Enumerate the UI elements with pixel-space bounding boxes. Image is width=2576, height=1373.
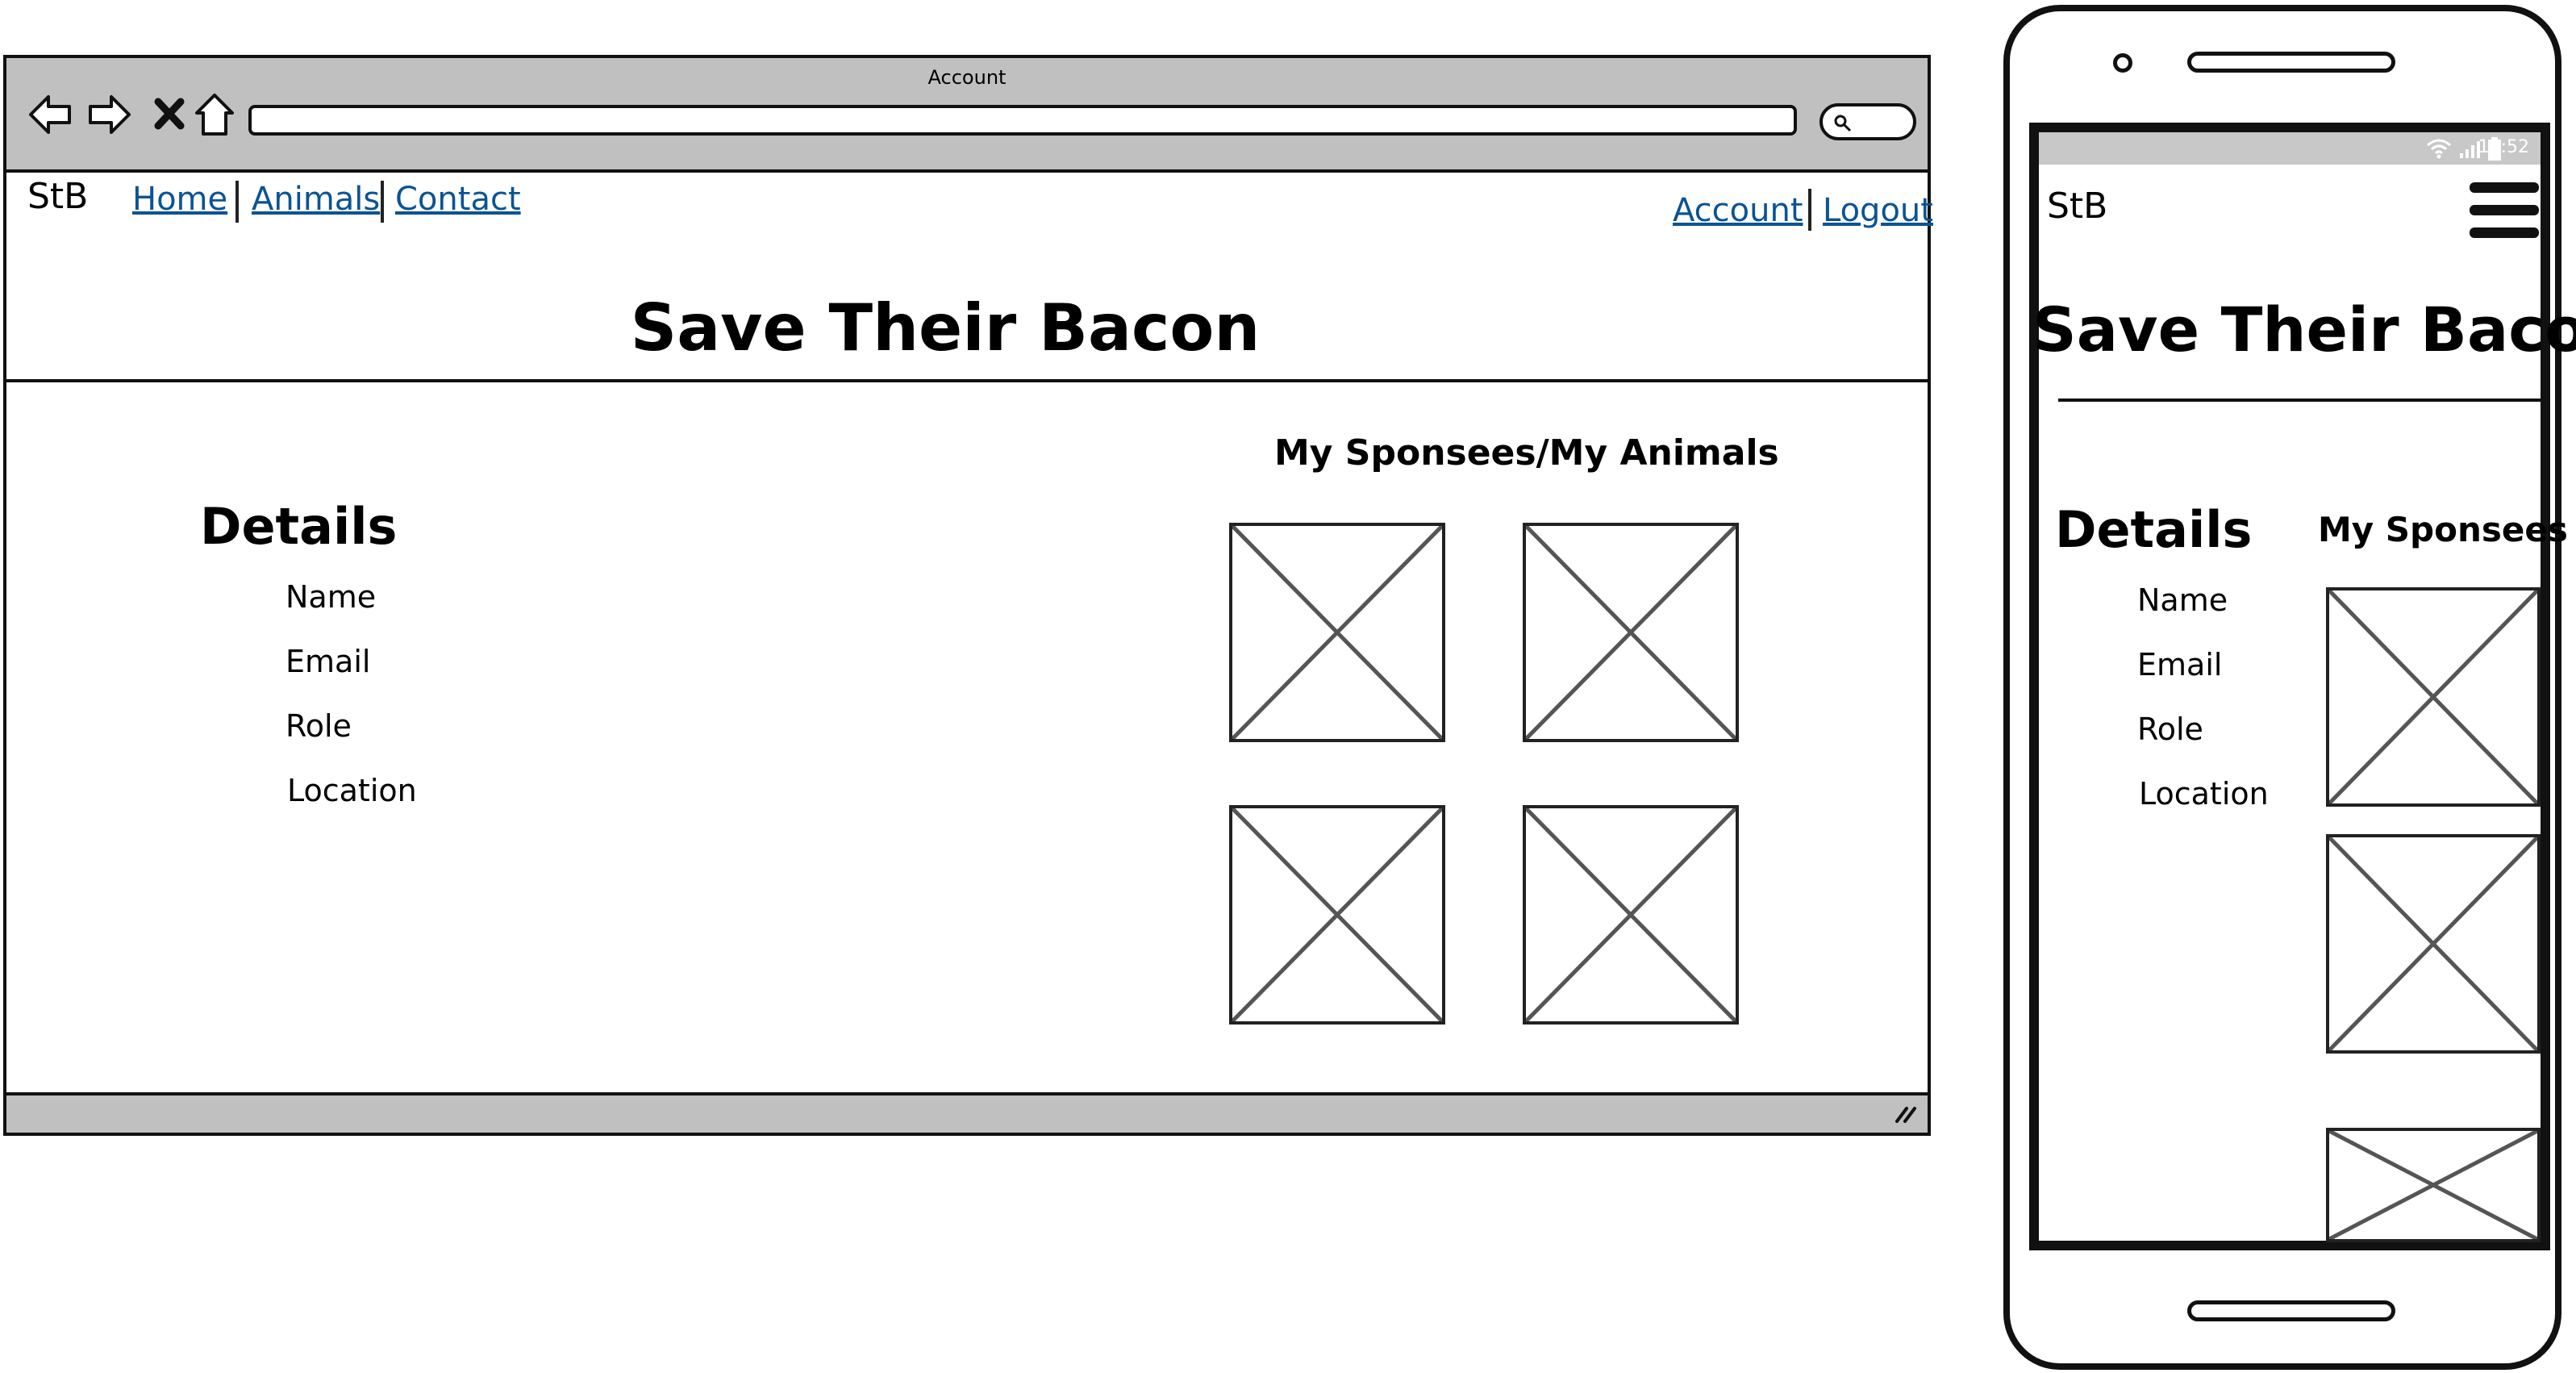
image-placeholder-icon xyxy=(1232,526,1442,739)
detail-email-label: Email xyxy=(2137,647,2223,682)
wifi-icon xyxy=(2427,139,2451,159)
home-icon[interactable] xyxy=(190,90,239,139)
detail-email-label: Email xyxy=(286,644,371,679)
sponsee-image-placeholder[interactable] xyxy=(1229,523,1445,742)
sponsee-image-placeholder[interactable] xyxy=(2326,1128,2541,1242)
nav-link-logout[interactable]: Logout xyxy=(1823,192,1933,229)
phone-statusbar: 11:52 xyxy=(2039,132,2541,165)
image-placeholder-icon xyxy=(2329,1131,2537,1239)
phone-home-button[interactable] xyxy=(2187,1300,2395,1321)
image-placeholder-icon xyxy=(2329,591,2537,803)
sponsee-image-placeholder[interactable] xyxy=(1229,805,1445,1025)
sponsee-image-placeholder[interactable] xyxy=(1523,805,1739,1025)
detail-name-label: Name xyxy=(2137,582,2228,618)
nav-link-account[interactable]: Account xyxy=(1673,192,1803,229)
url-bar[interactable] xyxy=(248,105,1797,136)
image-placeholder-icon xyxy=(2329,837,2537,1050)
site-logo[interactable]: StB xyxy=(2047,186,2107,227)
sponsee-image-placeholder[interactable] xyxy=(2326,834,2541,1054)
browser-statusbar xyxy=(6,1092,1928,1133)
sponsees-heading: My Sponsees xyxy=(2318,510,2568,549)
image-placeholder-icon xyxy=(1526,526,1736,739)
window-title: Account xyxy=(927,66,1007,89)
search-icon xyxy=(1834,115,1852,132)
sponsees-heading: My Sponsees/My Animals xyxy=(1274,432,1779,474)
phone-screen: 11:52 StB Save Their Bacon Details Name … xyxy=(2029,123,2576,1250)
page-title: Save Their Bacon xyxy=(630,290,1261,365)
nav-separator xyxy=(236,181,239,223)
site-logo[interactable]: StB xyxy=(27,176,88,217)
sponsee-image-placeholder[interactable] xyxy=(2326,587,2541,807)
browser-window: Account StB Home Animals Contact Account… xyxy=(3,55,1933,1136)
header-divider xyxy=(2058,399,2550,402)
nav-link-animals[interactable]: Animals xyxy=(252,181,380,218)
detail-location-label: Location xyxy=(287,773,417,808)
page-title: Save Their Bacon xyxy=(2032,294,2576,365)
image-placeholder-icon xyxy=(1526,808,1736,1021)
header-divider xyxy=(6,379,1931,382)
hamburger-menu-icon[interactable] xyxy=(2470,181,2539,240)
close-icon[interactable] xyxy=(145,90,194,139)
detail-role-label: Role xyxy=(286,708,352,744)
nav-link-contact[interactable]: Contact xyxy=(395,181,521,218)
browser-titlebar: Account xyxy=(6,58,1928,173)
phone-clock: 11:52 xyxy=(2478,137,2529,157)
detail-location-label: Location xyxy=(2139,776,2269,812)
nav-separator xyxy=(381,181,384,223)
back-arrow-icon[interactable] xyxy=(26,90,74,139)
phone-speaker xyxy=(2187,52,2395,73)
nav-separator xyxy=(1808,189,1811,231)
forward-arrow-icon[interactable] xyxy=(85,90,134,139)
search-button[interactable] xyxy=(1819,103,1916,140)
phone-camera xyxy=(2113,53,2132,73)
detail-name-label: Name xyxy=(286,579,377,615)
sponsee-image-placeholder[interactable] xyxy=(1523,523,1739,742)
details-heading: Details xyxy=(200,497,398,556)
nav-link-home[interactable]: Home xyxy=(132,181,227,218)
resize-grip-icon[interactable] xyxy=(1894,1104,1918,1125)
image-placeholder-icon xyxy=(1232,808,1442,1021)
details-heading: Details xyxy=(2055,500,2253,559)
detail-role-label: Role xyxy=(2137,712,2203,747)
